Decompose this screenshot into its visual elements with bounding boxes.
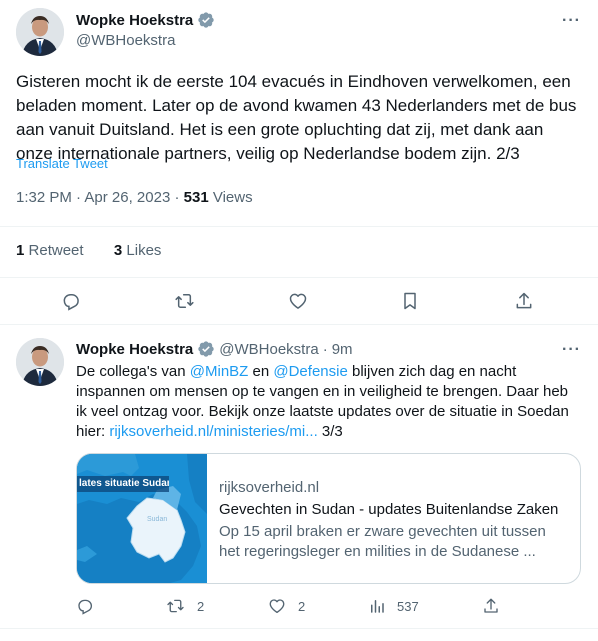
card-title: Gevechten in Sudan - updates Buitenlands…: [219, 501, 559, 518]
views-count: 531: [183, 189, 209, 206]
tweet-timestamp: 1:32 PM · Apr 26, 2023 · 531 Views: [16, 189, 253, 206]
likes-stat[interactable]: 3 Likes: [114, 242, 162, 259]
reply-views-count: 537: [397, 598, 419, 614]
reply-author-name[interactable]: Wopke Hoekstra: [76, 341, 193, 358]
mention-defensie-link[interactable]: @Defensie: [273, 363, 347, 380]
link-preview-card[interactable]: lates situatie Sudan Sudan rijksoverheid…: [76, 453, 581, 584]
reply-reply-icon[interactable]: [76, 597, 94, 615]
reply-author-info: Wopke Hoekstra @WBHoekstra · 9m: [76, 340, 353, 358]
more-options-icon[interactable]: ···: [562, 12, 581, 30]
retweets-count: 1: [16, 242, 25, 259]
divider: [0, 324, 598, 325]
card-content: rijksoverheid.nl Gevechten in Sudan - up…: [207, 454, 580, 583]
reply-like-count: 2: [298, 598, 306, 614]
views-icon: [369, 597, 385, 615]
reply-time-ago[interactable]: 9m: [332, 341, 353, 358]
author-handle[interactable]: @WBHoekstra: [76, 32, 215, 49]
reply-views-button[interactable]: 537: [369, 597, 419, 615]
like-icon: [268, 597, 286, 615]
reply-tweet-text: De collega's van @MinBZ en @Defensie bli…: [76, 362, 576, 442]
author-avatar[interactable]: [16, 8, 64, 56]
bookmark-icon[interactable]: [401, 291, 419, 311]
author-name[interactable]: Wopke Hoekstra: [76, 12, 193, 29]
likes-label: Likes: [126, 242, 162, 259]
card-thumbnail: lates situatie Sudan Sudan: [77, 454, 207, 583]
tweet-time[interactable]: 1:32 PM: [16, 189, 72, 206]
reply-share-icon[interactable]: [482, 597, 500, 615]
reply-text-part: De collega's van: [76, 363, 190, 380]
reply-retweet-button[interactable]: 2: [166, 597, 204, 615]
card-description: Op 15 april braken er zware gevechten ui…: [219, 523, 546, 560]
verified-badge-icon[interactable]: [197, 11, 215, 29]
author-info: Wopke Hoekstra @WBHoekstra: [76, 11, 215, 49]
reply-text-part: en: [248, 363, 274, 380]
reply-like-button[interactable]: 2: [268, 597, 305, 615]
like-icon[interactable]: [288, 291, 308, 311]
avatar-photo: [16, 338, 64, 386]
reply-author-avatar[interactable]: [16, 338, 64, 386]
retweet-icon[interactable]: [174, 291, 195, 311]
retweet-icon: [166, 597, 185, 615]
divider: [0, 628, 598, 629]
retweets-stat[interactable]: 1 Retweet: [16, 242, 84, 259]
engagement-stats: 1 Retweet 3 Likes: [16, 242, 161, 259]
tweet-text: Gisteren mocht ik de eerste 104 evacués …: [16, 72, 577, 163]
retweets-label: Retweet: [28, 242, 84, 259]
reply-text-part: 3/3: [317, 423, 343, 440]
reply-url-link[interactable]: rijksoverheid.nl/ministeries/mi...: [109, 423, 317, 440]
reply-author-handle[interactable]: @WBHoekstra: [219, 341, 318, 358]
share-icon[interactable]: [514, 291, 534, 311]
reply-icon[interactable]: [61, 291, 81, 311]
card-domain: rijksoverheid.nl: [219, 479, 320, 496]
reply-more-options-icon[interactable]: ···: [562, 341, 581, 359]
card-image-caption: lates situatie Sudan: [77, 476, 169, 492]
translate-tweet-link[interactable]: Translate Tweet: [16, 156, 108, 171]
divider: [0, 226, 598, 227]
tweet-date[interactable]: Apr 26, 2023: [84, 189, 170, 206]
reply-retweet-count: 2: [197, 598, 205, 614]
mention-minbz-link[interactable]: @MinBZ: [190, 363, 249, 380]
verified-badge-icon[interactable]: [197, 340, 215, 358]
sudan-map-image: [77, 454, 207, 583]
divider: [0, 277, 598, 278]
likes-count: 3: [113, 242, 123, 259]
views-label: Views: [212, 189, 253, 206]
card-map-label: Sudan: [147, 516, 168, 523]
avatar-photo: [16, 8, 64, 56]
